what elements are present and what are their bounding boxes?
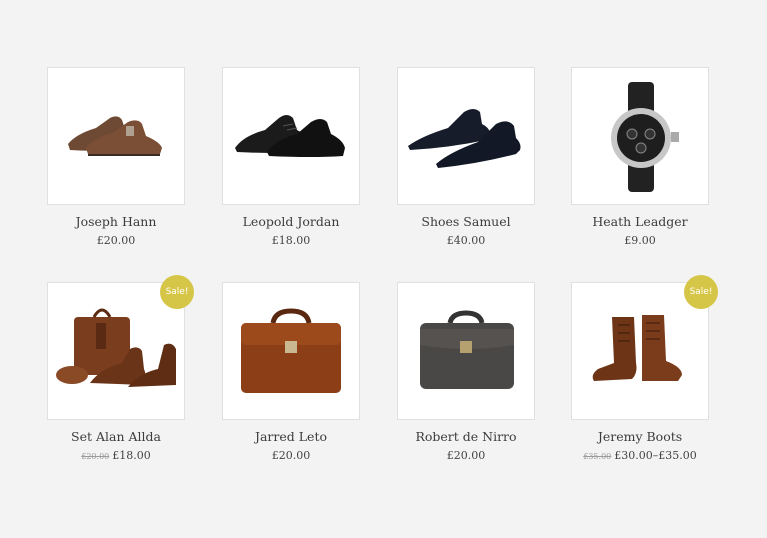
product-image[interactable] xyxy=(397,67,535,205)
product-price: £40.00 xyxy=(446,234,486,247)
product-card[interactable]: Sale! Jeremy Boots £35.00 £30.00–£35.00 xyxy=(571,275,718,462)
navy-shoes-icon xyxy=(408,109,521,168)
product-name[interactable]: Jeremy Boots xyxy=(571,429,709,444)
product-name[interactable]: Robert de Nirro xyxy=(397,429,535,444)
product-image[interactable] xyxy=(397,282,535,420)
brown-shoes-icon xyxy=(68,116,162,156)
product-image[interactable] xyxy=(222,282,360,420)
product-image[interactable] xyxy=(47,67,185,205)
product-card[interactable]: Shoes Samuel £40.00 xyxy=(397,67,535,247)
product-name[interactable]: Set Alan Allda xyxy=(47,429,185,444)
product-card[interactable]: Sale! Set Alan Allda £20.00 £18.00 xyxy=(47,275,194,462)
product-card[interactable]: Robert de Nirro £20.00 xyxy=(397,282,535,462)
product-image[interactable]: Sale! xyxy=(47,275,194,420)
product-card[interactable]: Leopold Jordan £18.00 xyxy=(222,67,360,247)
product-price: £35.00 £30.00–£35.00 xyxy=(583,449,697,462)
sale-badge: Sale! xyxy=(160,275,194,309)
product-image[interactable] xyxy=(222,67,360,205)
product-price: £20.00 xyxy=(271,449,311,462)
product-price: £20.00 xyxy=(446,449,486,462)
old-price: £35.00 xyxy=(583,452,612,461)
product-card[interactable]: Joseph Hann £20.00 xyxy=(47,67,185,247)
product-name[interactable]: Heath Leadger xyxy=(571,214,709,229)
product-grid: Joseph Hann £20.00 Leopold Jordan £18.00… xyxy=(0,0,767,538)
product-price: £20.00 £18.00 xyxy=(81,449,151,462)
old-price: £20.00 xyxy=(81,452,110,461)
briefcase-icon xyxy=(241,308,341,393)
product-price: £20.00 xyxy=(96,234,136,247)
watch-icon xyxy=(611,82,679,192)
product-card[interactable]: Jarred Leto £20.00 xyxy=(222,282,360,462)
briefcase-icon xyxy=(420,310,514,389)
product-name[interactable]: Leopold Jordan xyxy=(222,214,360,229)
product-card[interactable]: Heath Leadger £9.00 xyxy=(571,67,709,247)
product-price: £9.00 xyxy=(624,234,656,247)
product-name[interactable]: Jarred Leto xyxy=(222,429,360,444)
product-image[interactable] xyxy=(571,67,709,205)
product-name[interactable]: Joseph Hann xyxy=(47,214,185,229)
product-image[interactable]: Sale! xyxy=(571,275,718,420)
black-shoes-icon xyxy=(235,115,345,157)
sale-badge: Sale! xyxy=(684,275,718,309)
product-name[interactable]: Shoes Samuel xyxy=(397,214,535,229)
product-price: £18.00 xyxy=(271,234,311,247)
